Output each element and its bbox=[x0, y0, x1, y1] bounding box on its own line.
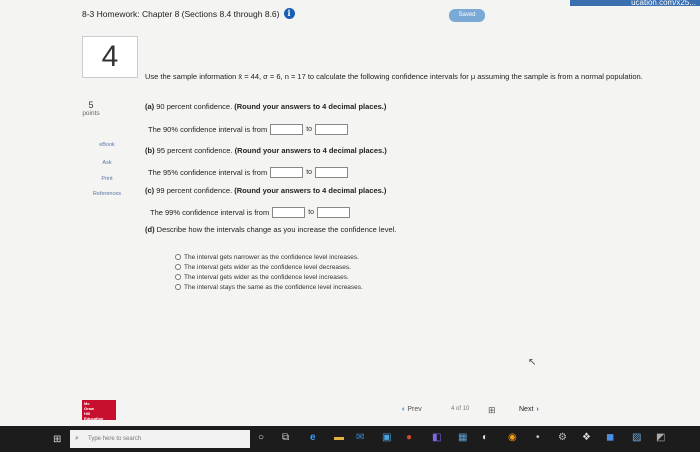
assignment-header: 8-3 Homework: Chapter 8 (Sections 8.4 th… bbox=[82, 8, 295, 19]
calculator-icon[interactable]: ▦ bbox=[458, 432, 467, 444]
assignment-title: 8-3 Homework: Chapter 8 (Sections 8.4 th… bbox=[82, 8, 280, 19]
settings-gear-icon[interactable]: ⚙ bbox=[558, 432, 567, 444]
part-a-lower-input[interactable] bbox=[270, 124, 304, 135]
search-icon: ⌕ bbox=[75, 435, 79, 442]
part-c-upper-input[interactable] bbox=[317, 207, 351, 218]
task-view-icon[interactable]: ○ bbox=[258, 432, 264, 444]
saved-badge: Saved bbox=[449, 9, 485, 22]
file-explorer-icon[interactable]: ▬ bbox=[334, 432, 344, 444]
radio-button[interactable] bbox=[175, 264, 181, 270]
prev-button[interactable]: ‹ Prev bbox=[402, 406, 422, 413]
dot-icon[interactable]: • bbox=[536, 432, 540, 444]
radio-button[interactable] bbox=[175, 274, 181, 280]
ask-link[interactable]: Ask bbox=[82, 160, 132, 166]
mouse-cursor-icon: ↖ bbox=[528, 357, 537, 368]
info-icon[interactable]: i bbox=[283, 8, 295, 19]
part-b-heading: (b) 95 percent confidence. (Round your a… bbox=[145, 146, 387, 155]
references-link[interactable]: References bbox=[82, 191, 132, 197]
chevron-left-icon: ‹ bbox=[402, 406, 405, 413]
teams-icon[interactable]: ◼ bbox=[606, 432, 614, 444]
part-d-options: The interval gets narrower as the confid… bbox=[175, 252, 363, 292]
ebook-link[interactable]: eBook bbox=[82, 142, 132, 148]
dropbox-icon[interactable]: ❖ bbox=[582, 432, 591, 444]
edge-icon[interactable]: e bbox=[310, 432, 316, 444]
option-narrower-increases[interactable]: The interval gets narrower as the confid… bbox=[175, 252, 363, 262]
windows-taskbar: ⊞ ⌕ Type here to search ○ ⧉ e ▬ ✉ ▣ ● ◧ … bbox=[0, 426, 700, 452]
photos-icon[interactable]: ▨ bbox=[632, 432, 641, 444]
part-c-lower-input[interactable] bbox=[272, 207, 306, 218]
windows-start-icon[interactable]: ⊞ bbox=[53, 434, 61, 445]
app-icon[interactable]: ◐ bbox=[482, 432, 488, 444]
part-c-interval: The 99% confidence interval is from to bbox=[150, 207, 351, 218]
part-a-upper-input[interactable] bbox=[315, 124, 349, 135]
page-indicator: 4 of 10 bbox=[451, 406, 470, 412]
mcgraw-hill-logo: Mc Graw Hill Education bbox=[82, 400, 116, 421]
timeline-icon[interactable]: ⧉ bbox=[282, 432, 289, 444]
points-indicator: 5 points bbox=[82, 100, 100, 117]
part-c-heading: (c) 99 percent confidence. (Round your a… bbox=[145, 186, 387, 195]
chrome-icon[interactable]: ◉ bbox=[508, 432, 517, 444]
mail-icon[interactable]: ✉ bbox=[356, 432, 364, 444]
part-b-interval: The 95% confidence interval is from to bbox=[148, 167, 349, 178]
next-button[interactable]: Next › bbox=[519, 406, 539, 413]
points-label: points bbox=[82, 110, 100, 117]
powerpoint-icon[interactable]: ● bbox=[406, 432, 412, 444]
grid-icon[interactable]: ⊞ bbox=[488, 405, 496, 416]
radio-button[interactable] bbox=[175, 254, 181, 260]
option-wider-increases[interactable]: The interval gets wider as the confidenc… bbox=[175, 272, 363, 282]
print-link[interactable]: Print bbox=[82, 176, 132, 182]
points-value: 5 bbox=[88, 100, 94, 110]
onenote-icon[interactable]: ◧ bbox=[432, 432, 441, 444]
option-wider-decreases[interactable]: The interval gets wider as the confidenc… bbox=[175, 262, 363, 272]
part-a-heading: (a) 90 percent confidence. (Round your a… bbox=[145, 102, 387, 111]
part-b-upper-input[interactable] bbox=[315, 167, 349, 178]
question-number: 4 bbox=[82, 36, 138, 78]
url-fragment: ucation.com/x25... bbox=[570, 0, 700, 6]
chevron-right-icon: › bbox=[536, 406, 539, 413]
part-d-heading: (d) Describe how the intervals change as… bbox=[145, 225, 397, 234]
part-a-interval: The 90% confidence interval is from to bbox=[148, 124, 349, 135]
part-b-lower-input[interactable] bbox=[270, 167, 304, 178]
taskbar-search[interactable]: ⌕ Type here to search bbox=[70, 430, 250, 448]
question-prompt: Use the sample information x̄ = 44, σ = … bbox=[145, 72, 643, 81]
option-stays-same[interactable]: The interval stays the same as the confi… bbox=[175, 282, 363, 292]
radio-button[interactable] bbox=[175, 284, 181, 290]
notification-icon[interactable]: ◩ bbox=[656, 432, 665, 444]
store-icon[interactable]: ▣ bbox=[382, 432, 391, 444]
